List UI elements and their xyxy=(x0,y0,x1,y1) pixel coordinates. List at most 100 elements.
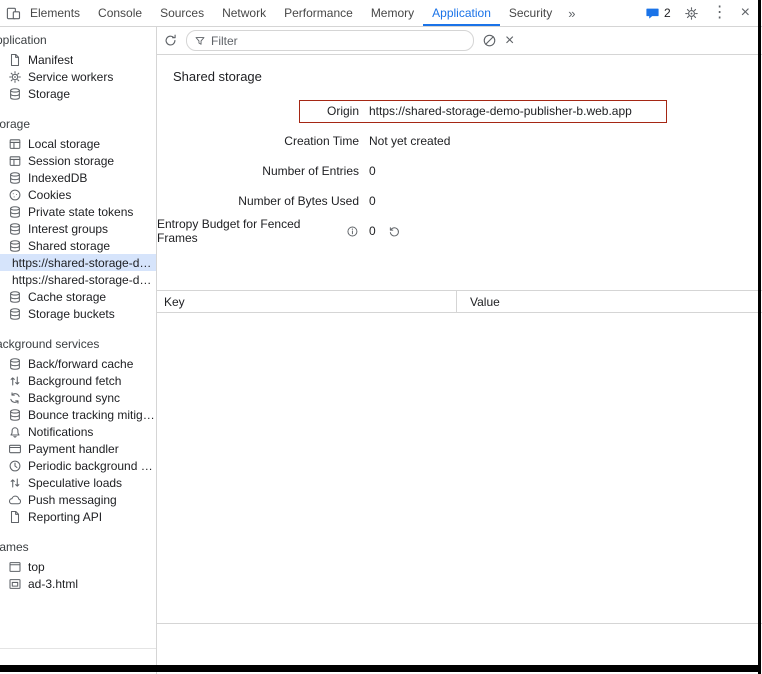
sidebar-item-label: IndexedDB xyxy=(28,171,87,185)
field-label-text: Entropy Budget for Fenced Frames xyxy=(157,217,342,245)
field-row-entropy-budget-for-fenced-frames: Entropy Budget for Fenced Frames 0 xyxy=(157,216,762,246)
tab-memory[interactable]: Memory xyxy=(362,0,423,26)
filter-input[interactable] xyxy=(211,34,466,48)
sidebar-item-shared-storage[interactable]: Shared storage xyxy=(0,237,156,254)
sidebar-item-bounce-tracking-mitiga[interactable]: Bounce tracking mitiga… xyxy=(0,406,156,423)
sidebar-item-local-storage[interactable]: Local storage xyxy=(0,135,156,152)
storage-items-table: KeyValue xyxy=(157,290,762,624)
field-value-text: https://shared-storage-demo-publisher-b.… xyxy=(369,104,632,118)
sidebar-item-label: Background sync xyxy=(28,391,120,405)
close-filter-icon[interactable]: × xyxy=(505,33,514,49)
shared-storage-view: Shared storage Originhttps://shared-stor… xyxy=(157,55,762,674)
database-icon xyxy=(8,239,22,253)
devtools-tabs: ElementsConsoleSourcesNetworkPerformance… xyxy=(21,0,561,26)
sidebar-item-label: Storage xyxy=(28,87,70,101)
info-icon[interactable] xyxy=(346,225,359,238)
devtools-tabbar: ElementsConsoleSourcesNetworkPerformance… xyxy=(0,0,762,27)
field-value-text: Not yet created xyxy=(369,134,450,148)
clear-icon[interactable] xyxy=(482,33,497,48)
sidebar-item-label: https://shared-storage-d… xyxy=(12,273,151,287)
updown-icon xyxy=(8,374,22,388)
document-icon xyxy=(8,53,22,67)
sidebar-item-reporting-api[interactable]: Reporting API xyxy=(0,508,156,525)
close-devtools-icon[interactable]: × xyxy=(741,5,750,21)
console-messages-count: 2 xyxy=(664,6,671,20)
sidebar-item-https-shared-storage-d[interactable]: https://shared-storage-d… xyxy=(0,254,156,271)
tab-sources[interactable]: Sources xyxy=(151,0,213,26)
table-icon xyxy=(8,154,22,168)
sidebar-item-ad-3-html[interactable]: ad-3.html xyxy=(0,575,156,592)
sidebar-item-back-forward-cache[interactable]: Back/forward cache xyxy=(0,355,156,372)
clock-icon xyxy=(8,459,22,473)
filter-icon xyxy=(194,35,206,47)
sidebar-section-application: Application xyxy=(0,31,156,51)
sidebar-item-storage[interactable]: Storage xyxy=(0,85,156,102)
frame-icon xyxy=(8,560,22,574)
table-icon xyxy=(8,137,22,151)
field-value-text: 0 xyxy=(369,164,376,178)
sidebar-item-https-shared-storage-d[interactable]: https://shared-storage-d… xyxy=(0,271,156,288)
storage-table-body xyxy=(157,313,762,623)
sidebar-item-label: Payment handler xyxy=(28,442,119,456)
sidebar-item-speculative-loads[interactable]: Speculative loads xyxy=(0,474,156,491)
main-panel: × Shared storage Originhttps://shared-st… xyxy=(157,27,762,674)
sidebar-item-manifest[interactable]: Manifest xyxy=(0,51,156,68)
cookie-icon xyxy=(8,188,22,202)
sidebar-item-payment-handler[interactable]: Payment handler xyxy=(0,440,156,457)
kebab-menu-icon[interactable]: ⋮ xyxy=(712,5,728,21)
sidebar-item-interest-groups[interactable]: Interest groups xyxy=(0,220,156,237)
tab-performance[interactable]: Performance xyxy=(275,0,362,26)
device-toolbar-icon[interactable] xyxy=(6,6,21,21)
sidebar-section-background-services: Background services xyxy=(0,335,156,355)
console-messages-indicator[interactable]: 2 xyxy=(645,6,671,21)
reset-icon[interactable] xyxy=(388,225,401,238)
sidebar-item-periodic-background-s[interactable]: Periodic background s… xyxy=(0,457,156,474)
sidebar-item-label: top xyxy=(28,560,45,574)
sidebar-item-top[interactable]: top xyxy=(0,558,156,575)
sidebar-item-label: Session storage xyxy=(28,154,114,168)
field-value-text: 0 xyxy=(369,194,376,208)
sidebar-item-private-state-tokens[interactable]: Private state tokens xyxy=(0,203,156,220)
database-icon xyxy=(8,205,22,219)
sidebar-item-push-messaging[interactable]: Push messaging xyxy=(0,491,156,508)
sidebar-item-label: Cache storage xyxy=(28,290,106,304)
sidebar-item-label: Interest groups xyxy=(28,222,108,236)
sidebar-item-label: Reporting API xyxy=(28,510,102,524)
sidebar-item-storage-buckets[interactable]: Storage buckets xyxy=(0,305,156,322)
field-value: 0 xyxy=(369,224,401,238)
updown-icon xyxy=(8,476,22,490)
refresh-icon[interactable] xyxy=(163,33,178,48)
iframe-icon xyxy=(8,577,22,591)
tab-application[interactable]: Application xyxy=(423,0,500,26)
tab-security[interactable]: Security xyxy=(500,0,561,26)
sidebar-section-frames: Frames xyxy=(0,538,156,558)
sidebar-item-notifications[interactable]: Notifications xyxy=(0,423,156,440)
column-header-key[interactable]: Key xyxy=(157,295,463,309)
sidebar-item-label: Periodic background s… xyxy=(28,459,156,473)
sidebar-item-background-sync[interactable]: Background sync xyxy=(0,389,156,406)
sidebar-tree: ApplicationManifestService workers Storag… xyxy=(0,31,156,592)
settings-gear-icon[interactable] xyxy=(684,6,699,21)
column-header-value[interactable]: Value xyxy=(463,295,500,309)
sidebar-item-label: Local storage xyxy=(28,137,100,151)
sidebar-item-cache-storage[interactable]: Cache storage xyxy=(0,288,156,305)
sidebar-item-label: ad-3.html xyxy=(28,577,78,591)
tab-elements[interactable]: Elements xyxy=(21,0,89,26)
sidebar-item-cookies[interactable]: Cookies xyxy=(0,186,156,203)
sidebar-item-session-storage[interactable]: Session storage xyxy=(0,152,156,169)
tab-console[interactable]: Console xyxy=(89,0,151,26)
main-toolbar: × xyxy=(157,27,762,55)
tab-network[interactable]: Network xyxy=(213,0,275,26)
sidebar-item-service-workers[interactable]: Service workers xyxy=(0,68,156,85)
sidebar-item-label: Private state tokens xyxy=(28,205,133,219)
sidebar-item-label: Push messaging xyxy=(28,493,117,507)
sync-icon xyxy=(8,391,22,405)
sidebar-item-indexeddb[interactable]: IndexedDB xyxy=(0,169,156,186)
filter-box[interactable] xyxy=(186,30,474,51)
more-tabs-button[interactable]: » xyxy=(561,0,582,26)
sidebar-item-label: Shared storage xyxy=(28,239,110,253)
field-label-text: Number of Bytes Used xyxy=(238,194,359,208)
metadata-fields: Originhttps://shared-storage-demo-publis… xyxy=(157,96,762,246)
sidebar-item-background-fetch[interactable]: Background fetch xyxy=(0,372,156,389)
gear-icon xyxy=(8,70,22,84)
